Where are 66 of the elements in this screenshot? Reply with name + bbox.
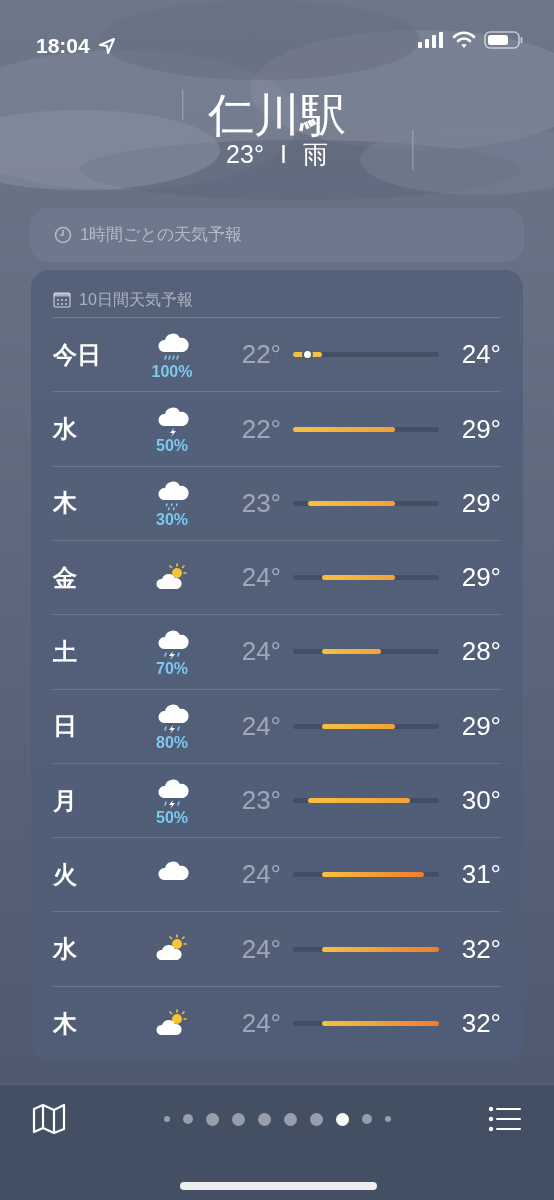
low-temperature: 24°	[240, 635, 281, 669]
page-dot[interactable]	[231, 1112, 245, 1126]
day-label: 土	[53, 636, 78, 667]
signal-icon	[418, 32, 444, 48]
separator-text: I	[279, 140, 287, 169]
page-dot[interactable]	[163, 1116, 170, 1122]
hourly-forecast-title: 1時間ごとの天気予報	[80, 224, 243, 247]
page-dot[interactable]	[361, 1114, 372, 1124]
hourly-forecast-card[interactable]: 1時間ごとの天気予報	[30, 208, 524, 263]
page-dot[interactable]	[384, 1116, 391, 1122]
low-temperature: 23°	[240, 784, 281, 817]
high-temperature: 31°	[460, 858, 501, 892]
precipitation-text: 30%	[156, 512, 188, 529]
day-label: 日	[53, 711, 78, 742]
high-temperature: 24°	[460, 338, 501, 372]
daily-forecast-title: 10日間天気予報	[79, 289, 193, 310]
precipitation-text: 50%	[156, 438, 188, 455]
clock-icon	[54, 226, 72, 245]
low-temperature: 24°	[240, 561, 281, 595]
page-dot[interactable]	[283, 1112, 297, 1126]
map-button[interactable]	[32, 1103, 66, 1135]
precipitation-text: 50%	[156, 809, 188, 826]
high-temperature: 29°	[460, 412, 501, 446]
day-label: 水	[53, 414, 78, 445]
day-label: 月	[53, 785, 78, 816]
low-temperature: 22°	[240, 338, 281, 372]
low-temperature: 24°	[240, 1007, 281, 1041]
low-temperature: 24°	[240, 709, 281, 743]
current-temperature-dot	[304, 351, 312, 359]
high-temperature: 29°	[460, 561, 501, 595]
time-text: 18:04	[36, 33, 90, 59]
page-dot[interactable]	[309, 1112, 323, 1126]
high-temperature: 32°	[460, 932, 501, 966]
location-arrow-icon	[97, 36, 116, 55]
wifi-icon	[452, 31, 476, 49]
location-title: 仁川駅	[207, 90, 347, 141]
temperature-text: 23°	[226, 140, 264, 169]
day-label: 今日	[53, 339, 102, 370]
precipitation-text: 70%	[156, 660, 188, 677]
page-dot[interactable]	[257, 1112, 271, 1126]
precipitation-text: 100%	[151, 363, 193, 380]
low-temperature: 22°	[240, 412, 281, 446]
page-dot[interactable]	[182, 1114, 193, 1124]
day-label: 金	[53, 562, 78, 593]
temperature-range-bar	[322, 649, 381, 655]
map-icon	[32, 1103, 66, 1135]
page-dot[interactable]	[205, 1112, 219, 1126]
day-label: 水	[53, 934, 78, 965]
low-temperature: 23°	[240, 486, 281, 520]
precipitation-text: 80%	[156, 735, 188, 752]
battery-icon	[484, 30, 524, 50]
list-button[interactable]	[488, 1105, 522, 1133]
calendar-icon	[53, 291, 71, 308]
low-temperature: 24°	[240, 932, 281, 966]
list-icon	[488, 1105, 522, 1133]
page-dot[interactable]	[335, 1112, 349, 1126]
high-temperature: 30°	[460, 784, 501, 817]
low-temperature: 24°	[240, 858, 281, 892]
day-label: 木	[53, 488, 78, 519]
day-label: 火	[53, 859, 78, 890]
condition-text: 雨	[302, 140, 328, 169]
high-temperature: 29°	[460, 709, 501, 743]
high-temperature: 32°	[460, 1007, 501, 1041]
day-label: 木	[53, 1008, 78, 1039]
high-temperature: 29°	[460, 486, 501, 520]
high-temperature: 28°	[460, 635, 501, 669]
